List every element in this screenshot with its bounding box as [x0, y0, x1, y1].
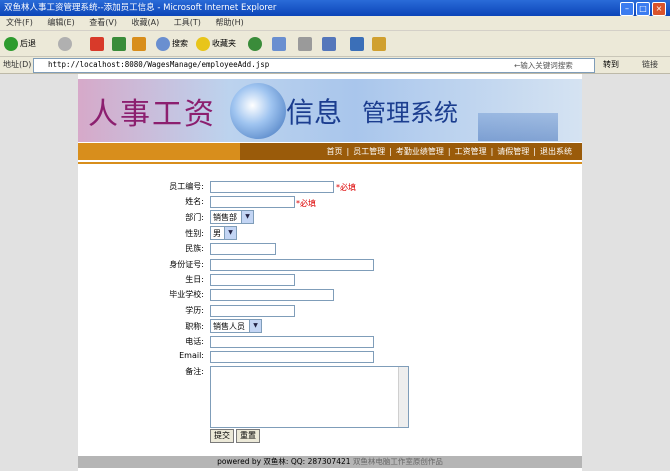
messenger-icon — [350, 36, 364, 51]
gender-select[interactable]: 男 ▼ — [210, 226, 237, 240]
toolbar: 后退 搜索 收藏夹 — [0, 31, 670, 57]
edit-button[interactable] — [322, 35, 336, 52]
history-icon — [248, 36, 262, 51]
title-bar: 双鱼林人事工资管理系统--添加员工信息 - Microsoft Internet… — [0, 0, 670, 16]
search-icon — [156, 36, 170, 51]
window-title: 双鱼林人事工资管理系统--添加员工信息 - Microsoft Internet… — [4, 3, 277, 13]
label-gender: 性别: — [185, 229, 204, 238]
forward-button[interactable] — [58, 35, 72, 52]
nav-logout[interactable]: 退出系统 — [540, 146, 572, 157]
label-birthday: 生日: — [185, 275, 204, 284]
chevron-down-icon: ▼ — [224, 227, 236, 239]
banner-building-image — [478, 113, 558, 141]
submit-button[interactable]: 提交 — [210, 429, 234, 443]
label-phone: 电话: — [185, 337, 204, 346]
go-button[interactable]: 转到 — [603, 59, 619, 70]
position-select[interactable]: 销售人员 ▼ — [210, 319, 262, 333]
home-icon — [132, 36, 146, 51]
stop-button[interactable] — [90, 35, 104, 52]
textarea-scrollbar[interactable] — [398, 367, 408, 427]
birthday-input[interactable] — [210, 274, 295, 286]
menu-favorites[interactable]: 收藏(A) — [132, 16, 160, 30]
minimize-button[interactable]: – — [620, 2, 634, 16]
email-input[interactable] — [210, 351, 374, 363]
chevron-down-icon: ▼ — [241, 211, 253, 223]
menu-help[interactable]: 帮助(H) — [215, 16, 243, 30]
footer-powered: powered by 双鱼林: QQ: 287307421 — [217, 457, 351, 466]
banner-title-part3: 管理系统 — [362, 99, 458, 127]
research-icon — [372, 36, 386, 51]
menu-edit[interactable]: 编辑(E) — [47, 16, 74, 30]
home-button[interactable] — [132, 35, 146, 52]
dept-select[interactable]: 销售部 ▼ — [210, 210, 254, 224]
label-school: 毕业学校: — [169, 290, 204, 299]
site-banner: 人事工资 信息 管理系统 — [78, 79, 582, 142]
name-input[interactable] — [210, 196, 295, 208]
chevron-down-icon: ▼ — [249, 320, 261, 332]
school-input[interactable] — [210, 289, 334, 301]
print-button[interactable] — [298, 35, 312, 52]
nav-home[interactable]: 首页 — [326, 146, 342, 157]
address-url: http://localhost:8080/WagesManage/employ… — [48, 60, 270, 69]
favorites-button[interactable]: 收藏夹 — [196, 35, 236, 52]
required-mark: *必填 — [296, 199, 316, 208]
messenger-button[interactable] — [350, 35, 364, 52]
address-bar: 地址(D) http://localhost:8080/WagesManage/… — [0, 57, 670, 74]
star-icon — [196, 36, 210, 51]
search-hint: ←输入关键词搜索 — [514, 61, 573, 70]
phone-input[interactable] — [210, 336, 374, 348]
banner-title-part2: 信息 — [286, 96, 343, 129]
print-icon — [298, 36, 312, 51]
nav-wages[interactable]: 工资管理 — [455, 146, 487, 157]
links-button[interactable]: 链接 — [642, 59, 658, 70]
label-emp-no: 员工编号: — [169, 182, 204, 191]
id-card-input[interactable] — [210, 259, 374, 271]
label-dept: 部门: — [185, 213, 204, 222]
note-textarea[interactable] — [210, 366, 409, 428]
required-mark: *必填 — [336, 183, 356, 192]
ethnic-input[interactable] — [210, 243, 276, 255]
edit-icon — [322, 36, 336, 51]
back-arrow-icon — [4, 36, 18, 51]
back-button[interactable]: 后退 — [4, 35, 36, 52]
banner-title-part1: 人事工资 — [88, 97, 216, 132]
mail-icon — [272, 36, 286, 51]
search-button[interactable]: 搜索 — [156, 35, 188, 52]
edu-input[interactable] — [210, 305, 295, 317]
address-label: 地址(D) — [3, 60, 32, 69]
address-input[interactable]: http://localhost:8080/WagesManage/employ… — [33, 58, 595, 73]
label-note: 备注: — [185, 367, 204, 376]
nav-leave[interactable]: 请假管理 — [497, 146, 529, 157]
label-ethnic: 民族: — [185, 244, 204, 253]
label-edu: 学历: — [185, 306, 204, 315]
close-button[interactable]: × — [652, 2, 666, 16]
stop-icon — [90, 36, 104, 51]
label-id-card: 身份证号: — [169, 260, 204, 269]
footer-tail: 双鱼林电脑工作室原创作品 — [352, 457, 443, 466]
page-viewport: 人事工资 信息 管理系统 首页 | 员工管理 | 考勤业绩管理 | 工资管理 | 请假管… — [0, 74, 670, 471]
forward-arrow-icon — [58, 36, 72, 51]
research-button[interactable] — [372, 35, 386, 52]
menu-file[interactable]: 文件(F) — [6, 16, 33, 30]
menu-view[interactable]: 查看(V) — [89, 16, 117, 30]
nav-employee[interactable]: 员工管理 — [353, 146, 385, 157]
label-email: Email: — [179, 351, 204, 360]
refresh-icon — [112, 36, 126, 51]
banner-globe-icon — [230, 83, 286, 139]
label-name: 姓名: — [185, 197, 204, 206]
refresh-button[interactable] — [112, 35, 126, 52]
main-nav: 首页 | 员工管理 | 考勤业绩管理 | 工资管理 | 请假管理 | 退出系统 — [78, 143, 582, 160]
menu-tools[interactable]: 工具(T) — [174, 16, 201, 30]
page-container: 人事工资 信息 管理系统 首页 | 员工管理 | 考勤业绩管理 | 工资管理 | 请假管… — [78, 74, 582, 471]
nav-attendance[interactable]: 考勤业绩管理 — [396, 146, 444, 157]
mail-button[interactable] — [272, 35, 286, 52]
menu-bar: 文件(F) 编辑(E) 查看(V) 收藏(A) 工具(T) 帮助(H) — [0, 16, 670, 31]
reset-button[interactable]: 重置 — [236, 429, 260, 443]
label-position: 职称: — [185, 322, 204, 331]
page-footer: powered by 双鱼林: QQ: 287307421 双鱼林电脑工作室原创… — [78, 456, 582, 468]
maximize-button[interactable]: □ — [636, 2, 650, 16]
emp-no-input[interactable] — [210, 181, 334, 193]
history-button[interactable] — [248, 35, 262, 52]
